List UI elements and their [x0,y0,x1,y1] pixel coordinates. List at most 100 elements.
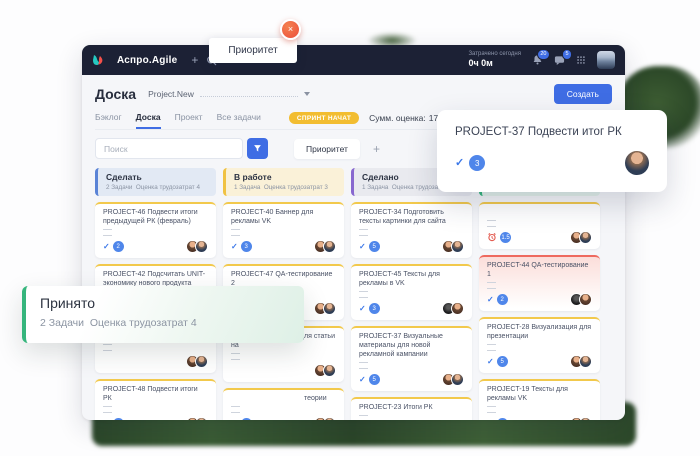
task-footer: 3 [359,302,464,315]
estimate-badge: 2 [113,418,124,420]
estimate-badge: 3 [469,155,485,171]
task-footer: 3 [231,417,336,420]
tab-project[interactable]: Проект [175,112,203,129]
column-stats: 1 Задача Оценка трудозатрат 3 [234,184,336,191]
estimate-badge: 5 [497,356,508,367]
apps-grid-icon[interactable] [576,55,586,65]
search-input[interactable] [95,138,243,159]
check-icon [487,358,494,366]
user-avatar[interactable] [597,51,615,69]
check-icon [103,243,110,251]
estimate-badge: 3 [241,418,252,420]
avatar-man [579,355,592,368]
task-card[interactable]: 1.5 [479,202,600,249]
time-tracker: Затрачено сегодня 0ч 0м [468,51,521,70]
task-card[interactable]: теории3 [223,388,344,420]
estimate-badge: 5 [369,374,380,385]
avatar-man [195,355,208,368]
task-footer: 2 [103,417,208,420]
check-icon [231,420,238,421]
assignee-avatars [570,355,592,368]
check-icon [359,305,366,313]
callout-subtitle: 2 Задачи Оценка трудозатрат 4 [40,317,290,329]
add-filter-tab-button[interactable]: + [373,143,380,155]
close-icon[interactable] [280,19,301,40]
create-button[interactable]: Создать [554,84,612,104]
task-footer: 5 [359,240,464,253]
accepted-column-callout: Принято 2 Задачи Оценка трудозатрат 4 [22,286,304,343]
task-title: PROJECT-46 Подвести итоги предыдущей РК … [103,208,208,226]
task-title: PROJECT-48 Подвести итоги РК [103,385,208,403]
tab-backlog[interactable]: Бэклог [95,112,122,129]
filter-tab-priority[interactable]: Приоритет [294,139,360,159]
column-cards: PROJECT-34 Подготовить тексты картинки д… [351,202,472,420]
description-icon [103,344,112,351]
plus-icon[interactable]: + [191,54,198,66]
assignee-avatars [442,302,464,315]
task-footer: 2 [103,240,208,253]
task-title: PROJECT-34 Подготовить тексты картинки д… [359,208,464,226]
app-logo-icon [92,54,104,66]
messages-button[interactable]: 5 [554,54,565,66]
column-stats: 2 Задачи Оценка трудозатрат 4 [106,184,208,191]
tab-board[interactable]: Доска [136,112,161,129]
chevron-down-icon [304,92,310,96]
assignee-avatars [570,293,592,306]
task-card-popup[interactable]: PROJECT-37 Подвести итог РК 3 [437,110,667,192]
assignee-avatar [625,151,649,175]
task-card[interactable]: PROJECT-46 Подвести итоги предыдущей РК … [95,202,216,258]
task-title: PROJECT-37 Визуальные материалы для ново… [359,332,464,359]
description-icon [103,229,112,236]
avatar-man [579,417,592,420]
tab-all-tasks[interactable]: Все задачи [217,112,261,129]
avatar-woman [579,293,592,306]
task-card[interactable]: PROJECT-48 Подвести итоги РК 2 [95,379,216,420]
project-select-value: Project.New [148,89,194,99]
sprint-status-badge: СПРИНТ НАЧАТ [289,112,359,124]
project-select[interactable]: Project.New [148,89,310,99]
estimate-badge: 5 [497,418,508,420]
description-icon [487,282,496,289]
page-title: Доска [95,86,136,102]
task-footer: 1.5 [487,231,592,244]
assignee-avatars [314,417,336,420]
estimate-badge: 5 [369,241,380,252]
check-icon [103,420,110,421]
app-name: Аспро.Agile [117,55,177,66]
funnel-icon [253,143,262,154]
task-footer [231,364,336,377]
task-card[interactable]: PROJECT-44 QA-тестирование 12 [479,255,600,311]
assignee-avatars [442,240,464,253]
task-card[interactable]: PROJECT-45 Тексты для рекламы в VK3 [351,264,472,320]
notifications-button[interactable]: 20 [532,54,543,66]
task-card[interactable]: PROJECT-28 Визуализация для презентации5 [479,317,600,373]
tooltip-label: Приоритет [228,45,277,56]
notifications-count-badge: 20 [537,49,550,60]
task-footer: 5 [487,417,592,420]
task-card[interactable]: PROJECT-23 Итоги РК5 [351,397,472,420]
alarm-icon [487,229,497,247]
task-footer: 5 [487,355,592,368]
task-card[interactable]: PROJECT-40 Баннер для рекламы VK3 [223,202,344,258]
estimate-badge: 3 [369,303,380,314]
avatar-man [451,373,464,386]
assignee-avatars [186,355,208,368]
divider [200,91,298,97]
task-card[interactable]: PROJECT-34 Подготовить тексты картинки д… [351,202,472,258]
column-header[interactable]: В работе1 Задача Оценка трудозатрат 3 [223,168,344,196]
estimate-badge: 2 [497,294,508,305]
assignee-avatars [442,373,464,386]
avatar-woman [451,302,464,315]
description-icon [487,406,496,413]
task-footer: 5 [359,373,464,386]
task-card[interactable]: PROJECT-37 Визуальные материалы для ново… [351,326,472,391]
column-header[interactable]: Сделать2 Задачи Оценка трудозатрат 4 [95,168,216,196]
avatar-man [323,364,336,377]
time-spent-value: 0ч 0м [468,58,521,69]
description-icon [231,406,240,413]
column-done: Сделано1 Задача Оценка трудозатратPROJEC… [351,168,472,420]
filter-button[interactable] [247,138,268,159]
app-window: Аспро.Agile + Сп Затрачено сегодня 0ч 0м [82,45,625,420]
check-icon [487,296,494,304]
task-card[interactable]: PROJECT-19 Тексты для рекламы VK5 [479,379,600,420]
